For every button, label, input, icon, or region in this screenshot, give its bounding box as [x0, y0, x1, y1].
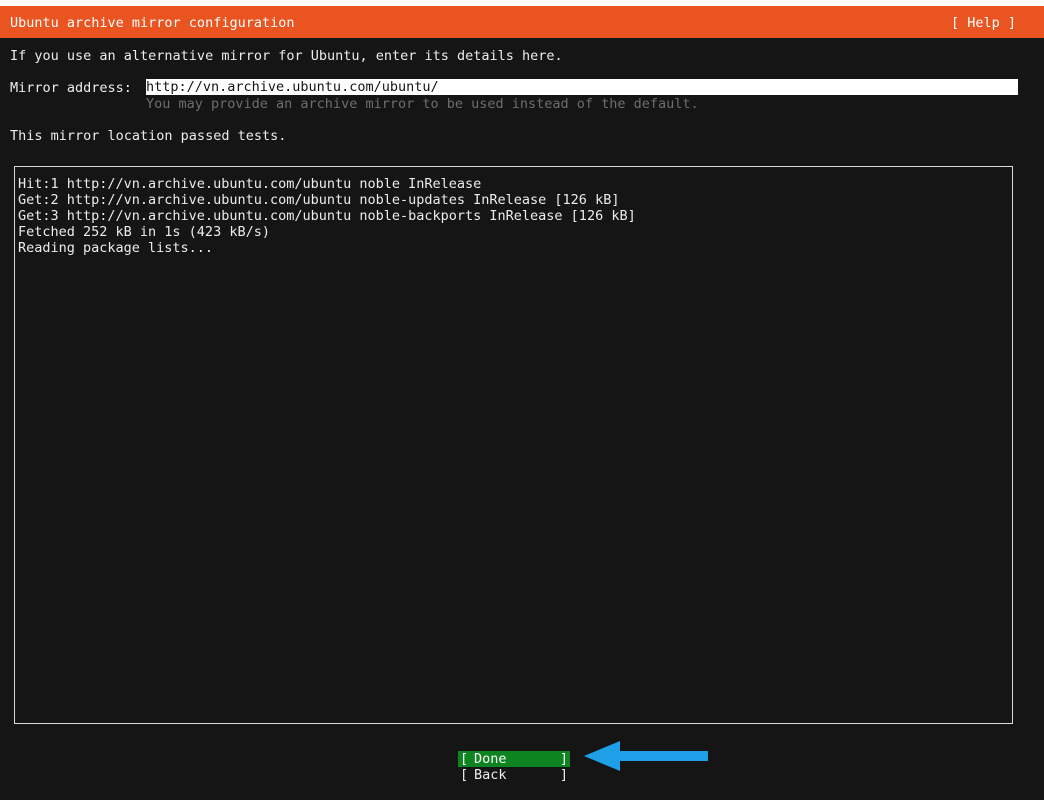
log-line: Hit:1 http://vn.archive.ubuntu.com/ubunt…: [18, 176, 482, 192]
help-button[interactable]: [ Help ]: [951, 15, 1016, 31]
done-button[interactable]: [ Done ]: [458, 751, 570, 767]
page-title: Ubuntu archive mirror configuration: [10, 15, 295, 31]
back-button-label: Back: [474, 767, 507, 783]
log-line: Get:2 http://vn.archive.ubuntu.com/ubunt…: [18, 192, 620, 208]
back-button-close-bracket: ]: [559, 767, 568, 783]
mirror-address-input[interactable]: [146, 79, 1018, 95]
apt-log-lines: Hit:1 http://vn.archive.ubuntu.com/ubunt…: [18, 176, 636, 256]
done-button-label: Done: [474, 751, 507, 767]
apt-log-panel[interactable]: Hit:1 http://vn.archive.ubuntu.com/ubunt…: [14, 166, 1013, 724]
log-line: Get:3 http://vn.archive.ubuntu.com/ubunt…: [18, 208, 636, 224]
mirror-status-text: This mirror location passed tests.: [10, 128, 287, 144]
mirror-address-label: Mirror address:: [10, 80, 132, 96]
done-button-close-bracket: ]: [559, 751, 568, 767]
back-button-open-bracket: [: [460, 767, 469, 783]
installer-screen: Ubuntu archive mirror configuration [ He…: [0, 6, 1044, 800]
back-button[interactable]: [ Back ]: [458, 767, 570, 783]
intro-text: If you use an alternative mirror for Ubu…: [10, 48, 563, 64]
mirror-address-hint: You may provide an archive mirror to be …: [146, 96, 699, 112]
log-line: Fetched 252 kB in 1s (423 kB/s): [18, 224, 270, 240]
log-line: Reading package lists...: [18, 240, 214, 256]
arrow-left-icon: [584, 741, 708, 771]
done-button-open-bracket: [: [460, 751, 469, 767]
header-bar: Ubuntu archive mirror configuration [ He…: [0, 6, 1044, 38]
